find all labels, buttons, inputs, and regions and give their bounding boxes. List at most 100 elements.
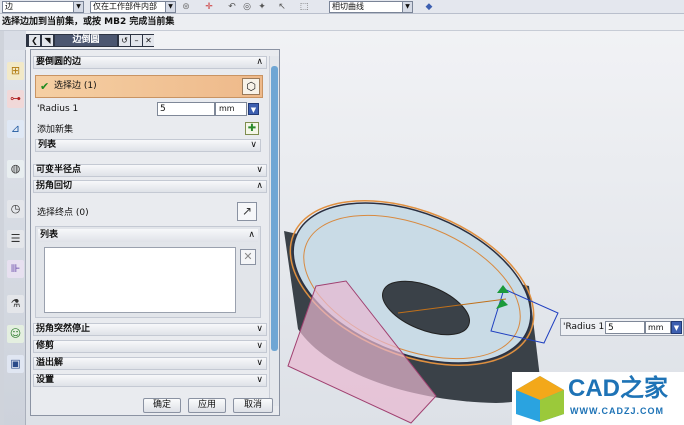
cancel-button[interactable]: 取消 xyxy=(233,398,273,413)
check-icon: ✔ xyxy=(40,80,50,93)
chevron-up-icon: ∧ xyxy=(248,230,255,240)
select-edge-label: 选择边 (1) xyxy=(54,81,97,91)
select-cube-icon[interactable]: ⬡ xyxy=(242,78,260,95)
chevron-down-icon: ∨ xyxy=(256,375,263,385)
section-trim[interactable]: 修剪 ∨ xyxy=(33,340,267,353)
watermark-url: WWW.CADZJ.COM xyxy=(570,406,664,416)
add-new-set-label: 添加新集 xyxy=(37,125,74,135)
cancel-label: 取消 xyxy=(243,400,262,410)
section-corner-setback[interactable]: 拐角回切 ∧ xyxy=(33,180,267,193)
list-label: 列表 xyxy=(38,140,57,150)
close-icon[interactable]: ✕ xyxy=(143,35,154,46)
ok-label: 确定 xyxy=(152,400,171,410)
endpoint-list[interactable] xyxy=(44,247,236,313)
chevron-up-icon: ∧ xyxy=(256,181,263,191)
dialog-scrollbar[interactable] xyxy=(269,56,279,406)
dialog-icon: ◥ xyxy=(42,35,53,46)
selection-mode-icon[interactable]: ⊛ xyxy=(180,1,192,13)
chevron-down-icon: ▼ xyxy=(402,2,412,12)
system-materials-icon[interactable]: ☰ xyxy=(7,230,24,248)
part-navigator-icon[interactable]: ⊿ xyxy=(7,120,24,138)
scrollbar-thumb[interactable] xyxy=(271,66,278,351)
section-label: 可变半径点 xyxy=(36,165,82,175)
section-label: 要倒圆的边 xyxy=(36,57,82,67)
chevron-down-icon: ∨ xyxy=(256,165,263,175)
list-panel: 列表 ∧ ✕ xyxy=(35,226,261,318)
ok-button[interactable]: 确定 xyxy=(143,398,181,413)
select-endpoint-label: 选择终点 (0) xyxy=(37,208,89,218)
chevron-left-icon[interactable]: ❮ xyxy=(29,35,40,46)
chevron-down-icon: ∨ xyxy=(256,358,263,368)
radius-input[interactable]: 5 xyxy=(157,102,215,116)
section-overflow[interactable]: 溢出解 ∨ xyxy=(33,357,267,370)
chevron-up-icon: ∧ xyxy=(256,57,263,67)
status-message: 选择边加到当前集，或按 MB2 完成当前集 xyxy=(2,17,175,27)
undo-icon[interactable]: ↶ xyxy=(226,1,238,13)
type-filter-select[interactable]: 边 ▼ xyxy=(2,1,84,13)
box-select-icon[interactable]: ⬚ xyxy=(298,1,310,13)
history-icon[interactable]: ◷ xyxy=(7,200,24,218)
chevron-down-icon: ∨ xyxy=(256,341,263,351)
select-point-icon[interactable]: ↗ xyxy=(237,202,257,221)
add-set-icon[interactable]: ✚ xyxy=(245,122,259,135)
remove-icon[interactable]: ✕ xyxy=(240,249,256,265)
watermark: CAD之家 WWW.CADZJ.COM xyxy=(512,372,684,425)
dialog-title: 边倒圆 xyxy=(55,35,117,46)
section-settings[interactable]: 设置 ∨ xyxy=(33,374,267,387)
edge-blend-dialog: 要倒圆的边 ∧ ✔ 选择边 (1) ⬡ 'Radius 1 5 mm ▼ 添加新集… xyxy=(30,49,280,416)
top-toolbar: 边 ▼ 仅在工作部件内部 ▼ ⊛ ✛ ↶ ◎ ✦ ↖ ⬚ 相切曲线 ▼ ◆ xyxy=(0,0,684,14)
view-icon[interactable]: ◎ xyxy=(241,1,253,13)
watermark-brand: CAD之家 xyxy=(568,375,668,402)
reset-icon[interactable]: ↺ xyxy=(119,35,130,46)
radius-unit: mm xyxy=(219,104,235,113)
type-filter-value: 边 xyxy=(5,2,13,11)
visualization-icon[interactable]: ⊪ xyxy=(7,260,24,278)
onscreen-radius-value: 5 xyxy=(608,323,614,333)
section-label: 溢出解 xyxy=(36,358,64,368)
apply-label: 应用 xyxy=(197,400,216,410)
system-scene-icon[interactable]: ▣ xyxy=(7,355,24,373)
section-edges-to-blend[interactable]: 要倒圆的边 ∧ xyxy=(33,56,267,69)
radius-unit-select[interactable]: mm xyxy=(215,102,247,116)
section-label: 修剪 xyxy=(36,341,55,351)
snap-point-icon[interactable]: ✛ xyxy=(203,1,215,13)
status-line: 选择边加到当前集，或按 MB2 完成当前集 xyxy=(0,14,684,31)
onscreen-radius-input: 'Radius 1 5 mm ▼ xyxy=(560,318,684,336)
section-label: 拐角回切 xyxy=(36,181,73,191)
list-header-2: 列表 ∧ xyxy=(38,229,258,242)
onscreen-radius-label: 'Radius 1 xyxy=(563,322,605,332)
chevron-down-icon: ∨ xyxy=(256,324,263,334)
assembly-navigator-icon[interactable]: ⊞ xyxy=(7,62,24,80)
chevron-down-icon: ▼ xyxy=(165,2,175,12)
onscreen-unit: mm xyxy=(648,323,664,332)
dialog-titlebar: ❮ ◥ 边倒圆 ↺ – ✕ xyxy=(26,34,154,47)
onscreen-radius-field[interactable]: 5 xyxy=(605,321,645,334)
chevron-down-icon: ▼ xyxy=(73,2,83,12)
section-label: 拐角突然停止 xyxy=(36,324,91,334)
pointer-icon[interactable]: ↖ xyxy=(276,1,288,13)
onscreen-unit-select[interactable]: mm xyxy=(645,321,671,334)
list-label: 列表 xyxy=(40,230,59,240)
section-label: 设置 xyxy=(36,375,55,385)
roles-icon[interactable]: ☺ xyxy=(7,325,24,343)
list-header[interactable]: 列表 ∨ xyxy=(35,139,261,152)
radius-label: 'Radius 1 xyxy=(37,104,79,114)
selection-scope-select[interactable]: 仅在工作部件内部 ▼ xyxy=(90,1,176,13)
apply-button[interactable]: 应用 xyxy=(188,398,226,413)
section-corner-stop[interactable]: 拐角突然停止 ∨ xyxy=(33,323,267,336)
chevron-down-icon[interactable]: ▼ xyxy=(248,103,259,115)
select-tool-icon[interactable]: ✦ xyxy=(256,1,268,13)
selection-scope-value: 仅在工作部件内部 xyxy=(93,2,157,11)
chevron-down-icon[interactable]: ▼ xyxy=(671,321,682,334)
select-edge-row[interactable]: ✔ 选择边 (1) ⬡ xyxy=(35,75,263,98)
section-variable-radius[interactable]: 可变半径点 ∨ xyxy=(33,164,267,177)
radius-value: 5 xyxy=(160,104,166,114)
curve-rule-select[interactable]: 相切曲线 ▼ xyxy=(329,1,413,13)
curve-rule-value: 相切曲线 xyxy=(332,2,364,11)
constraint-navigator-icon[interactable]: ⊶ xyxy=(7,90,24,108)
minimize-icon[interactable]: – xyxy=(131,35,142,46)
process-studio-icon[interactable]: ⚗ xyxy=(7,295,24,313)
chevron-down-icon: ∨ xyxy=(250,140,257,150)
cube-view-icon[interactable]: ◆ xyxy=(423,1,435,13)
reuse-library-icon[interactable]: ◍ xyxy=(7,160,24,178)
